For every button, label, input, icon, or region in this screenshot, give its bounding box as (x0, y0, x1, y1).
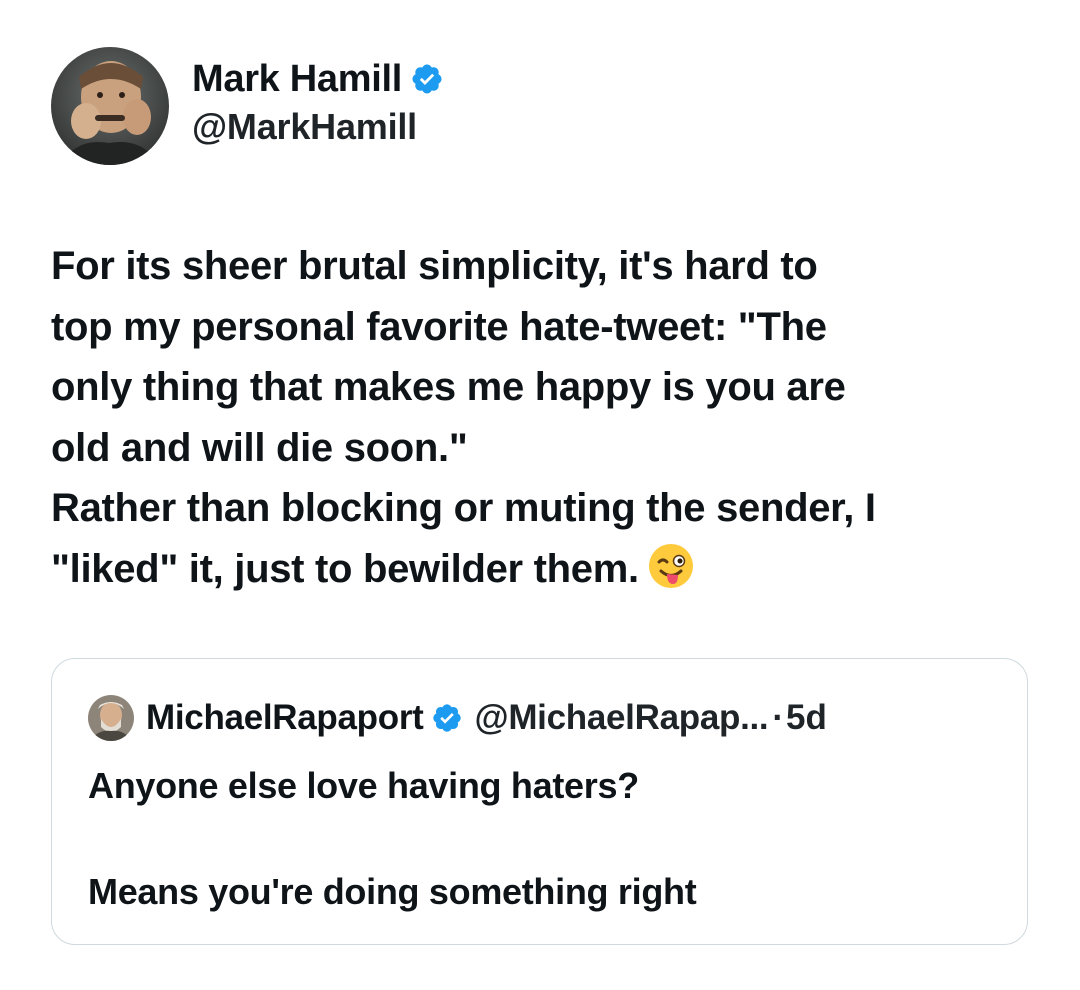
quoted-tweet-card[interactable]: MichaelRapaport @MichaelRapap... · 5d An… (51, 658, 1028, 945)
quoted-author-name[interactable]: MichaelRapaport (146, 698, 424, 738)
tweet-text-paragraph-2-text: Rather than blocking or muting the sende… (51, 486, 876, 591)
author-block: Mark Hamill @MarkHamill (192, 56, 444, 148)
quoted-tweet-text: Anyone else love having haters? Means yo… (88, 759, 697, 919)
quoted-verified-badge-icon (431, 702, 463, 734)
author-name[interactable]: Mark Hamill (192, 58, 402, 101)
tweet-header: Mark Hamill @MarkHamill (51, 46, 444, 166)
tweet-text: For its sheer brutal simplicity, it's ha… (51, 236, 1041, 599)
quoted-author-handle[interactable]: @MichaelRapap... (475, 698, 769, 738)
separator-dot: · (772, 698, 785, 737)
quoted-author-avatar[interactable] (88, 695, 134, 741)
quoted-tweet-header: MichaelRapaport @MichaelRapap... · 5d (88, 693, 827, 743)
author-avatar[interactable] (51, 47, 169, 165)
quoted-tweet-line-1: Anyone else love having haters? (88, 765, 639, 806)
tweet-text-paragraph-1: For its sheer brutal simplicity, it's ha… (51, 244, 846, 470)
tweet-text-paragraph-2: Rather than blocking or muting the sende… (51, 478, 1041, 599)
quoted-tweet-line-2: Means you're doing something right (88, 871, 697, 912)
winking-face-with-tongue-icon (645, 540, 697, 592)
quoted-tweet-timestamp[interactable]: 5d (786, 698, 827, 738)
author-name-row: Mark Hamill (192, 56, 444, 102)
author-handle[interactable]: @MarkHamill (192, 106, 444, 148)
verified-badge-icon (410, 62, 444, 96)
